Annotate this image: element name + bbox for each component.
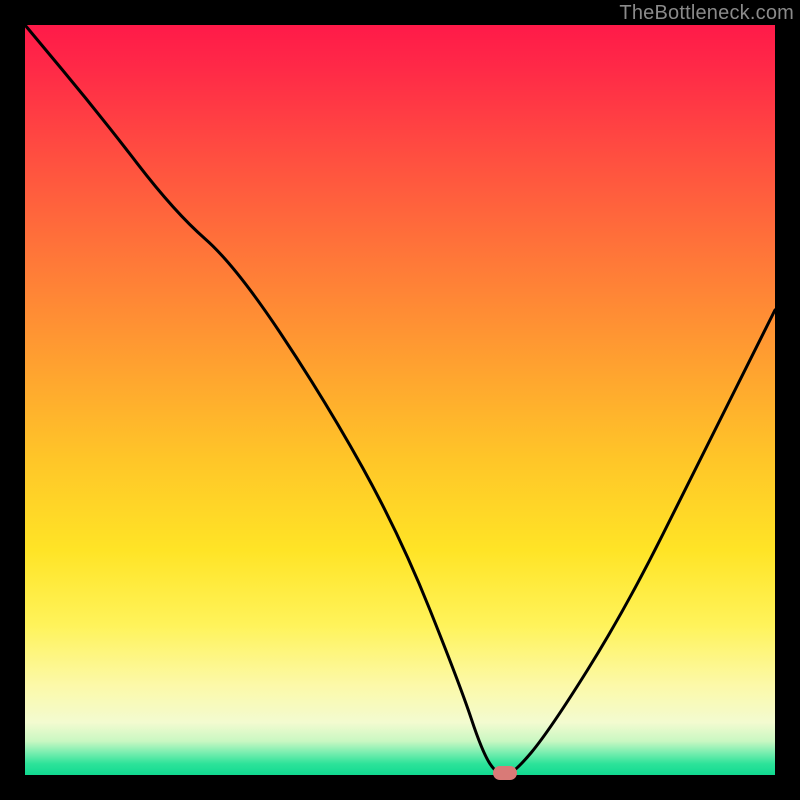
chart-frame: TheBottleneck.com <box>0 0 800 800</box>
watermark-text: TheBottleneck.com <box>619 2 794 25</box>
bottleneck-curve <box>25 25 775 775</box>
plot-area <box>25 25 775 775</box>
optimum-marker <box>493 766 517 780</box>
